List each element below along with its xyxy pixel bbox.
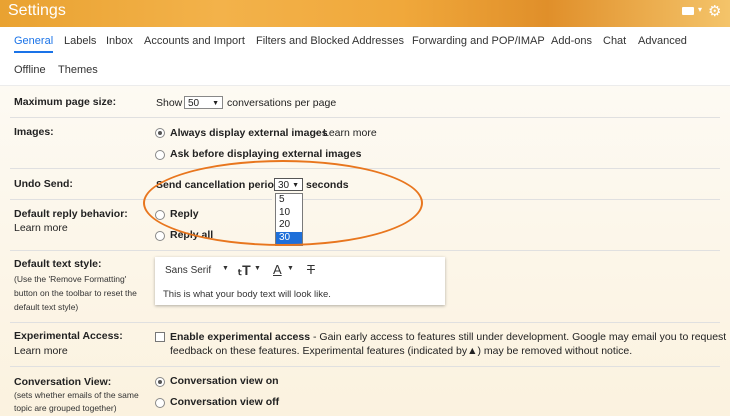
reply-behavior-label: Default reply behavior: bbox=[14, 208, 128, 220]
conversation-on-radio[interactable] bbox=[155, 377, 165, 387]
show-text: Show bbox=[156, 97, 183, 109]
experimental-desc-2a: feedback on these features. Experimental… bbox=[170, 345, 468, 357]
settings-header: Settings ▾ ⚙ bbox=[0, 0, 730, 27]
images-label: Images: bbox=[14, 126, 54, 138]
font-size-icon[interactable]: ₜT bbox=[238, 262, 251, 279]
divider bbox=[10, 250, 720, 251]
chevron-down-icon[interactable]: ▾ bbox=[698, 5, 702, 14]
images-separator: - bbox=[315, 127, 319, 139]
always-display-radio[interactable] bbox=[155, 128, 165, 138]
tab-general[interactable]: General bbox=[14, 35, 54, 53]
tab-inbox[interactable]: Inbox bbox=[106, 35, 133, 47]
tab-offline[interactable]: Offline bbox=[14, 64, 46, 76]
page-size-value: 50 bbox=[188, 98, 200, 109]
reply-learn-more-link[interactable]: Learn more bbox=[14, 222, 68, 234]
experimental-desc-2b: ) may be removed without notice. bbox=[477, 345, 633, 357]
reply-all-radio[interactable] bbox=[155, 231, 165, 241]
tab-accounts-and-import[interactable]: Accounts and Import bbox=[144, 35, 245, 47]
page-title: Settings bbox=[8, 2, 66, 19]
text-preview: This is what your body text will look li… bbox=[163, 289, 331, 300]
chevron-down-icon[interactable]: ▼ bbox=[222, 265, 229, 272]
conversation-off-radio[interactable] bbox=[155, 398, 165, 408]
tab-advanced[interactable]: Advanced bbox=[638, 35, 687, 47]
page-size-select[interactable]: 50 ▼ bbox=[184, 96, 223, 109]
ask-before-label: Ask before displaying external images bbox=[170, 148, 362, 160]
settings-tabs: General Labels Inbox Accounts and Import… bbox=[0, 27, 730, 86]
text-style-editor: Sans Serif ▼ ₜT ▼ A ▼ T This is what you… bbox=[155, 257, 445, 305]
ask-before-radio[interactable] bbox=[155, 150, 165, 160]
conversation-on-label: Conversation view on bbox=[170, 375, 279, 387]
experimental-access-label: Experimental Access: bbox=[14, 330, 123, 342]
chevron-down-icon: ▼ bbox=[212, 100, 219, 107]
text-style-label: Default text style: bbox=[14, 258, 102, 270]
gear-icon[interactable]: ⚙ bbox=[708, 2, 721, 20]
conversation-hint-2: topic are grouped together) bbox=[14, 403, 117, 413]
chevron-down-icon[interactable]: ▼ bbox=[287, 265, 294, 272]
remove-formatting-icon[interactable]: T bbox=[307, 262, 315, 277]
tab-forwarding-and-pop-imap[interactable]: Forwarding and POP/IMAP bbox=[412, 35, 545, 47]
experimental-learn-more-link[interactable]: Learn more bbox=[14, 345, 68, 357]
experimental-description-line-2: feedback on these features. Experimental… bbox=[170, 345, 632, 357]
experimental-desc-1: - Gain early access to features still un… bbox=[310, 331, 727, 343]
divider bbox=[10, 117, 720, 118]
tab-chat[interactable]: Chat bbox=[603, 35, 626, 47]
tab-add-ons[interactable]: Add-ons bbox=[551, 35, 592, 47]
conversation-off-label: Conversation view off bbox=[170, 396, 280, 408]
tab-labels[interactable]: Labels bbox=[64, 35, 96, 47]
undo-send-label: Undo Send: bbox=[14, 178, 73, 190]
conversation-view-label: Conversation View: bbox=[14, 376, 112, 388]
highlight-ellipse bbox=[143, 160, 423, 246]
divider bbox=[10, 322, 720, 323]
max-page-size-label: Maximum page size: bbox=[14, 96, 117, 108]
tab-filters-and-blocked-addresses[interactable]: Filters and Blocked Addresses bbox=[256, 35, 404, 47]
images-learn-more-link[interactable]: Learn more bbox=[323, 127, 377, 139]
text-color-icon[interactable]: A bbox=[273, 262, 282, 277]
flask-icon: ▲ bbox=[467, 345, 478, 357]
apps-grid-icon[interactable] bbox=[682, 7, 694, 15]
text-style-hint-2: button on the toolbar to reset the bbox=[14, 288, 137, 298]
enable-experimental-label: Enable experimental access bbox=[170, 331, 311, 343]
text-style-hint-1: (Use the 'Remove Formatting' bbox=[14, 274, 127, 284]
font-family-select[interactable]: Sans Serif bbox=[165, 265, 211, 276]
experimental-description-line-1: Enable experimental access - Gain early … bbox=[170, 331, 726, 343]
text-style-hint-3: default text style) bbox=[14, 302, 79, 312]
divider bbox=[10, 366, 720, 367]
chevron-down-icon[interactable]: ▼ bbox=[254, 265, 261, 272]
conversation-hint-1: (sets whether emails of the same bbox=[14, 390, 139, 400]
experimental-access-checkbox[interactable] bbox=[155, 332, 165, 342]
always-display-label: Always display external images bbox=[170, 127, 328, 139]
tab-themes[interactable]: Themes bbox=[58, 64, 98, 76]
per-page-text: conversations per page bbox=[227, 97, 337, 109]
